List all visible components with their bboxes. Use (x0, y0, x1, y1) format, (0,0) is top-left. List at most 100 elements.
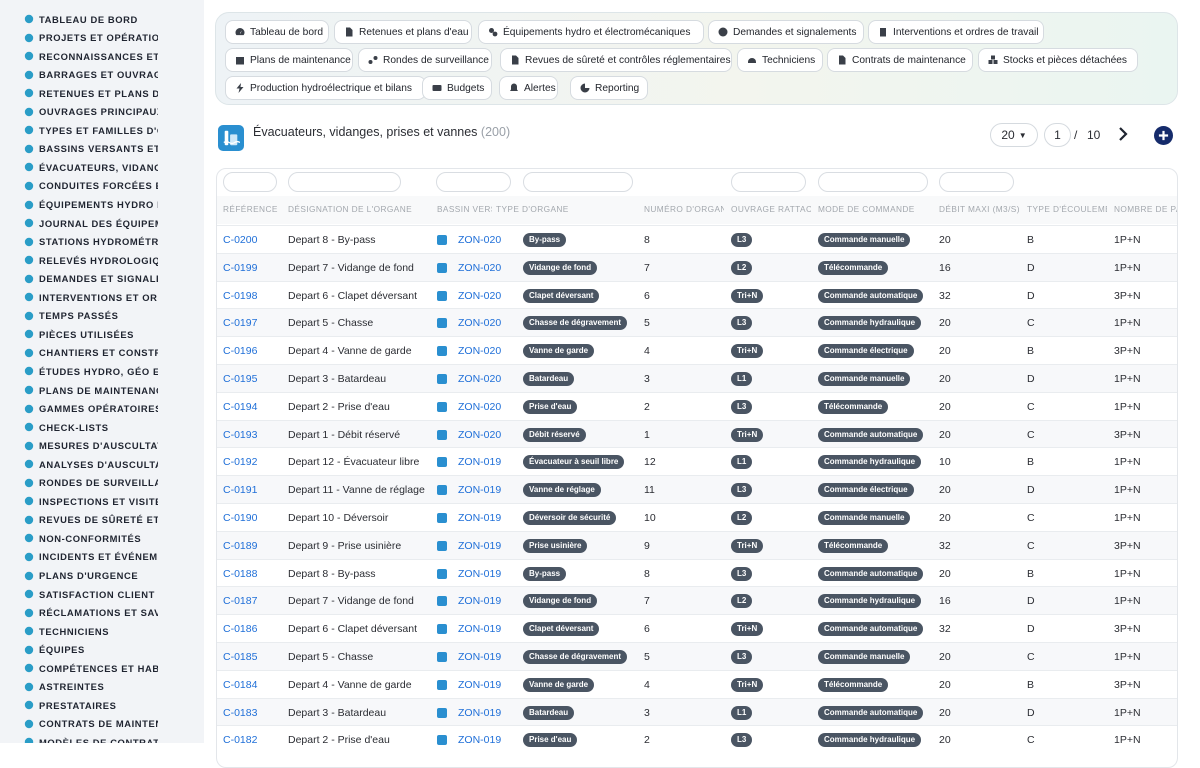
nav-button[interactable]: Interventions et ordres de travail (868, 20, 1044, 44)
basin-link[interactable]: ZON-019 (458, 512, 501, 524)
sidebar-item[interactable]: CHANTIERS ET CONSTRUCTIONS (24, 344, 158, 362)
column-header[interactable]: DÉBIT MAXI (M3/S) (939, 204, 1019, 214)
table-row[interactable]: C-0188 Depart 8 - By-pass ZON-019 By-pass 8 L… (217, 558, 1177, 587)
column-header[interactable]: DÉSIGNATION DE L'ORGANE (288, 204, 428, 214)
basin-link[interactable]: ZON-019 (458, 623, 501, 635)
nav-button[interactable]: Production hydroélectrique et bilans (225, 76, 426, 100)
reference-link[interactable]: C-0184 (223, 679, 257, 691)
basin-link[interactable]: ZON-020 (458, 290, 501, 302)
reference-link[interactable]: C-0194 (223, 401, 257, 413)
column-header[interactable]: TYPE D'ORGANE (496, 204, 611, 214)
reference-link[interactable]: C-0186 (223, 623, 257, 635)
basin-link[interactable]: ZON-020 (458, 429, 501, 441)
basin-link[interactable]: ZON-020 (458, 234, 501, 246)
reference-link[interactable]: C-0188 (223, 568, 257, 580)
reference-link[interactable]: C-0199 (223, 262, 257, 274)
reference-link[interactable]: C-0192 (223, 456, 257, 468)
basin-link[interactable]: ZON-019 (458, 679, 501, 691)
sidebar-item[interactable]: RONDES DE SURVEILLANCE (24, 474, 158, 492)
basin-link[interactable]: ZON-019 (458, 568, 501, 580)
sidebar-item[interactable]: ANALYSES D'AUSCULTATION (24, 455, 158, 473)
reference-link[interactable]: C-0185 (223, 651, 257, 663)
reference-link[interactable]: C-0193 (223, 429, 257, 441)
column-header[interactable]: NUMÉRO D'ORGANE (644, 204, 724, 214)
sidebar-item[interactable]: INCIDENTS ET ÉVÉNEMENTS (24, 548, 158, 566)
basin-link[interactable]: ZON-020 (458, 317, 501, 329)
sidebar-item[interactable]: PIÈCES UTILISÉES (24, 325, 158, 343)
nav-button[interactable]: Demandes et signalements (708, 20, 864, 44)
reference-link[interactable]: C-0183 (223, 707, 257, 719)
sidebar-item[interactable]: MODÈLES DE CONTRATS (24, 733, 158, 743)
sidebar-item[interactable]: STATIONS HYDROMÉTRIQUES (24, 233, 158, 251)
column-filter-input[interactable] (223, 172, 277, 192)
sidebar-item[interactable]: JOURNAL DES ÉQUIPEMENTS (24, 214, 158, 232)
basin-link[interactable]: ZON-020 (458, 401, 501, 413)
table-row[interactable]: C-0190 Depart 10 - Déversoir ZON-019 Dévers… (217, 503, 1177, 531)
sidebar-item[interactable]: PLANS D'URGENCE (24, 567, 158, 585)
reference-link[interactable]: C-0198 (223, 290, 257, 302)
table-row[interactable]: C-0197 Depart 5 - Chasse ZON-020 Chasse de … (217, 308, 1177, 337)
nav-button[interactable]: Tableau de bord (225, 20, 329, 44)
nav-button[interactable]: Revues de sûreté et contrôles réglementa… (500, 48, 732, 72)
sidebar-item[interactable]: INTERVENTIONS ET ORDRES DE TRAVAIL (24, 288, 158, 306)
table-row[interactable]: C-0187 Depart 7 - Vidange de fond ZON-019 V… (217, 586, 1177, 615)
sidebar-item[interactable]: BASSINS VERSANTS ET AFFLUENTS (24, 140, 158, 158)
reference-link[interactable]: C-0189 (223, 540, 257, 552)
sidebar-item[interactable]: OUVRAGES PRINCIPAUX (24, 103, 158, 121)
nav-button[interactable]: Retenues et plans d'eau (334, 20, 472, 44)
sidebar-item[interactable]: ÉQUIPES (24, 641, 158, 659)
column-header[interactable]: TYPE D'ÉCOULEMENT (1027, 204, 1107, 214)
column-header[interactable]: MODE DE COMMANDE (818, 204, 933, 214)
sidebar-item[interactable]: TABLEAU DE BORD (24, 10, 158, 28)
add-record-button[interactable] (1154, 126, 1173, 145)
sidebar-item[interactable]: SATISFACTION CLIENT (24, 585, 158, 603)
table-row[interactable]: C-0189 Depart 9 - Prise usinière ZON-019 Pr… (217, 530, 1177, 559)
table-row[interactable]: C-0192 Depart 12 - Évacuateur libre ZON-01… (217, 447, 1177, 475)
sidebar-item[interactable]: BARRAGES ET OUVRAGES (24, 66, 158, 84)
nav-button[interactable]: Techniciens (737, 48, 823, 72)
reference-link[interactable]: C-0182 (223, 734, 257, 746)
sidebar-item[interactable]: CONDUITES FORCÉES ET GALERIES (24, 177, 158, 195)
sidebar-item[interactable]: DEMANDES ET SIGNALEMENTS (24, 270, 158, 288)
nav-button[interactable]: Équipements hydro et électromécaniques (478, 20, 704, 44)
sidebar-item[interactable]: RÉCLAMATIONS ET SAV (24, 604, 158, 622)
nav-button[interactable]: Alertes (499, 76, 558, 100)
sidebar-item[interactable]: NON-CONFORMITÉS (24, 529, 158, 547)
reference-link[interactable]: C-0200 (223, 234, 257, 246)
basin-link[interactable]: ZON-019 (458, 651, 501, 663)
column-header[interactable]: OUVRAGE RATTACHÉ (731, 204, 811, 214)
sidebar-item[interactable]: GAMMES OPÉRATOIRES (24, 400, 158, 418)
table-row[interactable]: C-0194 Depart 2 - Prise d'eau ZON-020 Prise… (217, 391, 1177, 420)
sidebar-item[interactable]: COMPÉTENCES ET HABILITATIONS (24, 659, 158, 677)
sidebar-item[interactable]: CONTRATS DE MAINTENANCE (24, 715, 158, 733)
reference-link[interactable]: C-0197 (223, 317, 257, 329)
column-filter-input[interactable] (731, 172, 806, 192)
sidebar-item[interactable]: PRESTATAIRES (24, 696, 158, 714)
reference-link[interactable]: C-0196 (223, 345, 257, 357)
column-header[interactable]: RÉFÉRENCE (223, 204, 283, 214)
basin-link[interactable]: ZON-019 (458, 484, 501, 496)
sidebar-item[interactable]: TEMPS PASSÉS (24, 307, 158, 325)
basin-link[interactable]: ZON-019 (458, 707, 501, 719)
sidebar-item[interactable]: REVUES DE SÛRETÉ ET CONTRÔLES (24, 511, 158, 529)
reference-link[interactable]: C-0187 (223, 595, 257, 607)
sidebar-item[interactable]: TYPES ET FAMILLES D'OUVRAGES (24, 121, 158, 139)
column-filter-input[interactable] (818, 172, 928, 192)
reference-link[interactable]: C-0190 (223, 512, 257, 524)
table-row[interactable]: C-0184 Depart 4 - Vanne de garde ZON-019 Va… (217, 669, 1177, 698)
table-row[interactable]: C-0185 Depart 5 - Chasse ZON-019 Chasse de … (217, 642, 1177, 670)
column-filter-input[interactable] (523, 172, 633, 192)
nav-button[interactable]: Contrats de maintenance (827, 48, 973, 72)
basin-link[interactable]: ZON-020 (458, 373, 501, 385)
sidebar-item[interactable]: TECHNICIENS (24, 622, 158, 640)
reference-link[interactable]: C-0191 (223, 484, 257, 496)
nav-button[interactable]: Rondes de surveillance (358, 48, 492, 72)
sidebar-item[interactable]: ASTREINTES (24, 678, 158, 696)
table-row[interactable]: C-0198 Depart 6 - Clapet déversant ZON-020… (217, 280, 1177, 309)
table-row[interactable]: C-0191 Depart 11 - Vanne de réglage ZON-01… (217, 475, 1177, 503)
table-row[interactable]: C-0196 Depart 4 - Vanne de garde ZON-020 Va… (217, 336, 1177, 364)
table-row[interactable]: C-0195 Depart 3 - Batardeau ZON-020 Batarde… (217, 364, 1177, 392)
sidebar-item[interactable]: ÉTUDES HYDRO, GÉO ET GÉNIE CIVIL (24, 362, 158, 380)
basin-link[interactable]: ZON-019 (458, 540, 501, 552)
page-number-input[interactable] (1044, 123, 1071, 147)
